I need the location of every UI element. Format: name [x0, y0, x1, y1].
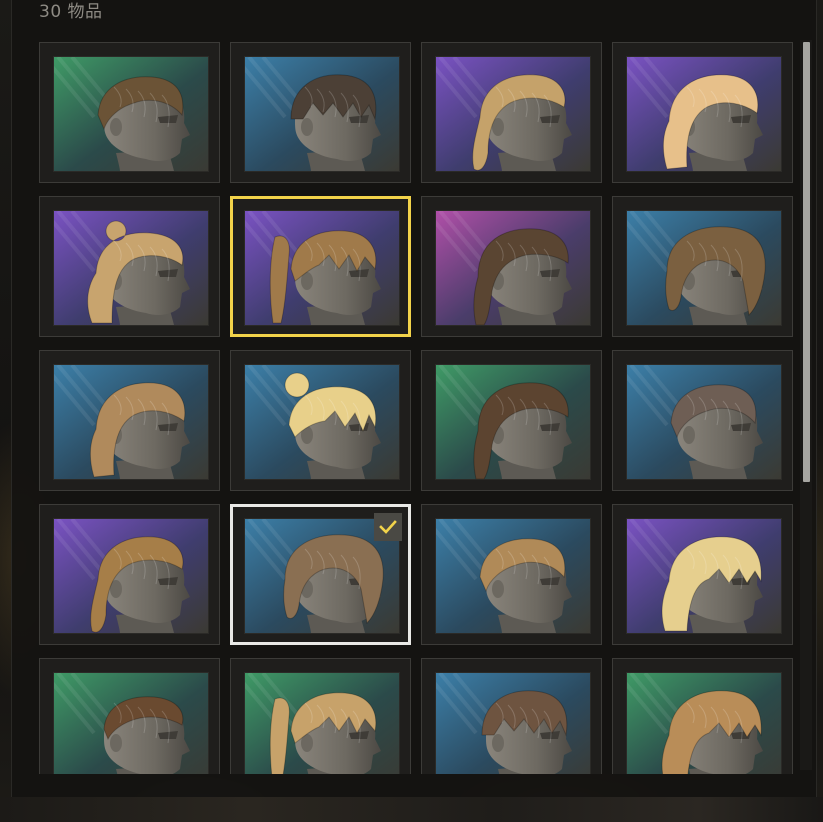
hairstyle-item[interactable] [39, 504, 220, 645]
hairstyle-item[interactable] [39, 658, 220, 774]
hairstyle-thumbnail [53, 56, 209, 172]
hairstyle-item[interactable] [39, 350, 220, 491]
hairstyle-item[interactable] [39, 196, 220, 337]
hairstyle-thumbnail [244, 672, 400, 774]
hairstyle-thumbnail [626, 56, 782, 172]
hairstyle-item[interactable] [230, 658, 411, 774]
hairstyle-item[interactable] [612, 350, 793, 491]
hairstyle-thumbnail [626, 364, 782, 480]
hairstyle-item[interactable] [230, 42, 411, 183]
hairstyle-item[interactable] [421, 658, 602, 774]
hairstyle-thumbnail [435, 518, 591, 634]
hairstyle-item[interactable] [421, 350, 602, 491]
hairstyle-thumbnail [53, 210, 209, 326]
hairstyle-thumbnail [626, 518, 782, 634]
hairstyle-thumbnail [626, 672, 782, 774]
hairstyle-item[interactable] [612, 658, 793, 774]
hairstyle-grid [39, 42, 793, 774]
hairstyle-item[interactable] [230, 350, 411, 491]
hairstyle-thumbnail [244, 364, 400, 480]
hairstyle-thumbnail [435, 672, 591, 774]
hairstyle-thumbnail [244, 56, 400, 172]
background-strip [0, 797, 823, 822]
hairstyle-item[interactable] [421, 42, 602, 183]
hairstyle-item[interactable] [612, 504, 793, 645]
hairstyle-item[interactable] [39, 42, 220, 183]
hairstyle-item[interactable] [230, 196, 411, 337]
hairstyle-thumbnail [435, 364, 591, 480]
hairstyle-item[interactable] [421, 196, 602, 337]
hairstyle-thumbnail [53, 672, 209, 774]
hairstyle-item[interactable] [230, 504, 411, 645]
scrollbar[interactable] [800, 40, 812, 770]
hairstyle-thumbnail [53, 364, 209, 480]
hairstyle-thumbnail [53, 518, 209, 634]
item-count-label: 30 物品 [39, 2, 103, 22]
hairstyle-grid-viewport [39, 42, 795, 774]
checkmark-icon [374, 513, 402, 541]
hairstyle-item[interactable] [612, 42, 793, 183]
scrollbar-thumb[interactable] [803, 42, 810, 482]
hairstyle-thumbnail [244, 210, 400, 326]
hairstyle-thumbnail [626, 210, 782, 326]
hairstyle-item[interactable] [421, 504, 602, 645]
hairstyle-thumbnail [435, 56, 591, 172]
hairstyle-thumbnail [435, 210, 591, 326]
hairstyle-item[interactable] [612, 196, 793, 337]
